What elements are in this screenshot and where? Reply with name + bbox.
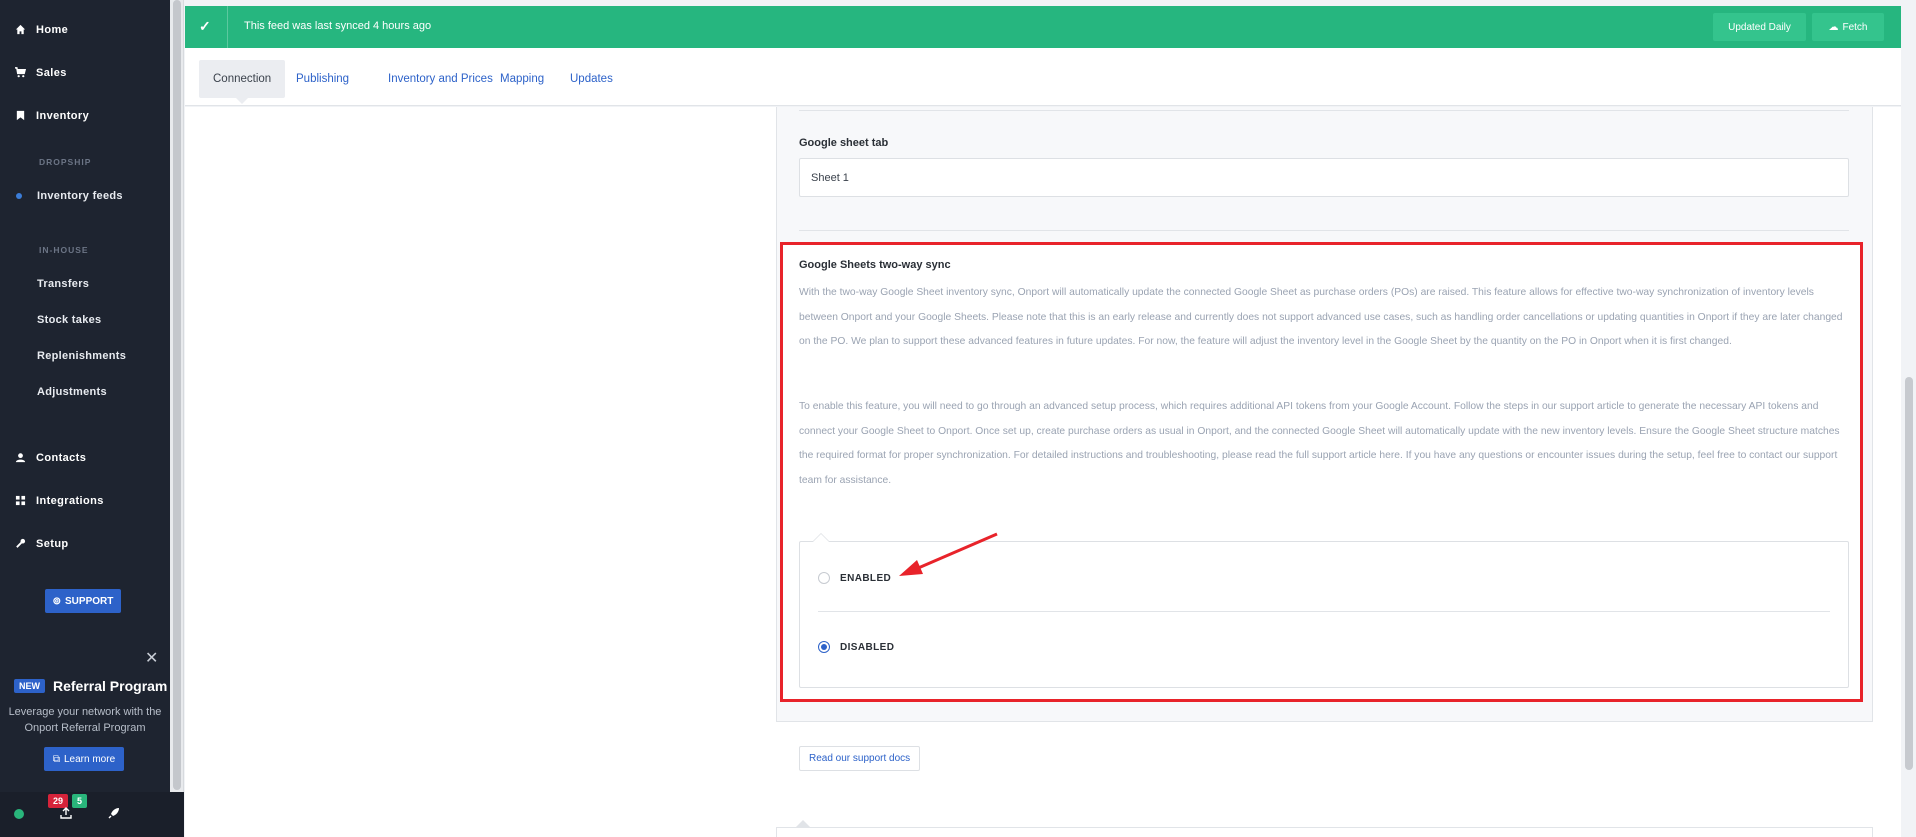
sidebar-item-transfers[interactable]: Transfers (37, 278, 89, 290)
sidebar-item-label: Setup (36, 538, 69, 550)
support-button[interactable]: ⊚ SUPPORT (45, 589, 121, 613)
enabled-radio[interactable] (818, 572, 830, 584)
tab-updates[interactable]: Updates (556, 60, 627, 98)
notification-count-badge[interactable]: 29 (48, 794, 69, 808)
divider (799, 230, 1849, 231)
referral-panel: ✕ NEW Referral Program Leverage your net… (0, 642, 170, 792)
sidebar-item-label: Integrations (36, 495, 104, 507)
wrench-icon (14, 538, 26, 550)
sidebar-item-sales[interactable]: Sales (14, 67, 67, 79)
sidebar-item-stock-takes[interactable]: Stock takes (37, 314, 101, 326)
check-icon: ✓ (199, 18, 211, 34)
upload-icon[interactable] (60, 807, 72, 822)
two-way-sync-description: With the two-way Google Sheet inventory … (799, 287, 1843, 347)
online-status-dot (14, 809, 24, 819)
option-enabled[interactable]: ENABLED (818, 572, 891, 584)
section-header-dropship: DROPSHIP (39, 157, 92, 167)
new-badge: NEW (14, 679, 45, 693)
sidebar-scrollbar[interactable] (170, 0, 184, 837)
sidebar-item-adjustments[interactable]: Adjustments (37, 386, 107, 398)
disabled-label: DISABLED (840, 641, 895, 653)
sidebar-item-label: Home (36, 24, 69, 36)
two-way-sync-setup-description: To enable this feature, you will need to… (799, 401, 1840, 486)
active-indicator-dot (16, 193, 22, 199)
sidebar-item-inventory[interactable]: Inventory (14, 110, 89, 122)
fetch-button[interactable]: ☁ Fetch (1812, 13, 1884, 41)
sidebar-item-contacts[interactable]: Contacts (14, 452, 86, 464)
bookmark-icon (14, 110, 26, 122)
help-circle-icon: ⊚ (52, 595, 62, 607)
user-icon (14, 452, 26, 464)
divider (818, 611, 1830, 612)
banner-divider (227, 6, 228, 48)
option-disabled[interactable]: DISABLED (818, 641, 894, 653)
google-sheet-tab-label: Google sheet tab (799, 137, 889, 149)
tab-mapping[interactable]: Mapping (486, 60, 558, 98)
sidebar-item-label: Contacts (36, 452, 87, 464)
sidebar-item-setup[interactable]: Setup (14, 538, 69, 550)
updated-daily-button[interactable]: Updated Daily (1713, 13, 1806, 41)
sidebar-item-label: Inventory (36, 110, 90, 122)
referral-description: Leverage your network with the Onport Re… (8, 706, 162, 734)
divider (799, 110, 1849, 111)
section-header-inhouse: IN-HOUSE (39, 245, 89, 255)
sidebar-bottom-bar: 29 5 (0, 792, 184, 837)
sidebar-item-integrations[interactable]: Integrations (14, 495, 104, 507)
referral-title-row: NEW Referral Program (14, 678, 167, 694)
sync-status-message: This feed was last synced 4 hours ago (244, 20, 432, 32)
tab-publishing[interactable]: Publishing (282, 60, 363, 98)
referral-title: Referral Program (53, 678, 168, 694)
next-card (776, 820, 1873, 837)
grid-icon (14, 495, 26, 507)
cloud-icon: ☁ (1828, 21, 1839, 33)
close-icon[interactable]: ✕ (145, 648, 158, 668)
sync-status-banner: ✓ This feed was last synced 4 hours ago … (185, 6, 1901, 48)
page-scrollbar[interactable] (1902, 0, 1916, 837)
google-sheet-tab-input[interactable] (799, 158, 1849, 197)
annotation-arrow-icon (899, 532, 998, 576)
rocket-icon[interactable] (108, 807, 120, 822)
sidebar-item-inventory-feeds[interactable]: Inventory feeds (37, 190, 123, 202)
two-way-sync-title: Google Sheets two-way sync (799, 259, 951, 271)
external-link-icon: ⧉ (52, 753, 60, 765)
cart-icon (14, 67, 26, 79)
sidebar-item-replenishments[interactable]: Replenishments (37, 350, 126, 362)
sidebar-item-label: Sales (36, 67, 67, 79)
sidebar-scrollbar-thumb[interactable] (173, 0, 181, 790)
home-icon (14, 24, 26, 36)
task-count-badge[interactable]: 5 (72, 794, 88, 808)
page-scrollbar-thumb[interactable] (1905, 377, 1913, 770)
sidebar-item-home[interactable]: Home (14, 24, 68, 36)
disabled-radio[interactable] (818, 641, 830, 653)
support-docs-button[interactable]: Read our support docs (799, 746, 921, 771)
enabled-label: ENABLED (840, 572, 892, 584)
tabs-bar: Connection Publishing Inventory and Pric… (185, 48, 1901, 106)
learn-more-button[interactable]: ⧉ Learn more (44, 747, 124, 771)
tab-connection[interactable]: Connection (199, 60, 286, 104)
